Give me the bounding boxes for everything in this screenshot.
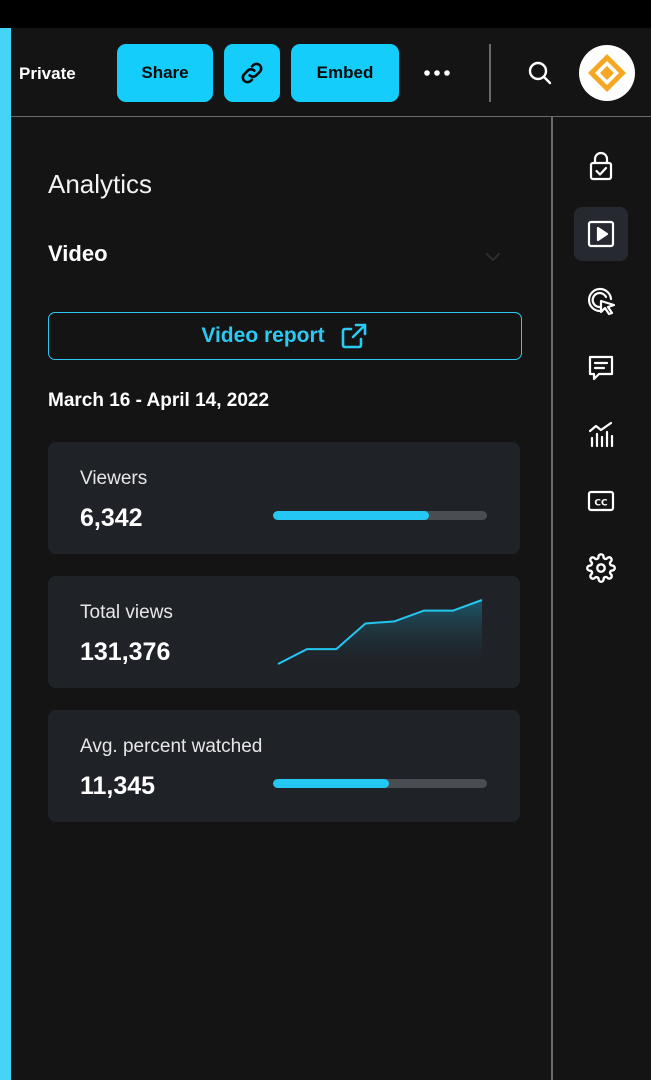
interactivity-button[interactable] — [574, 274, 628, 328]
analytics-chart-icon — [588, 421, 614, 448]
share-button[interactable]: Share — [117, 44, 213, 102]
total-views-sparkline — [277, 599, 483, 668]
card-value: 11,345 — [80, 772, 156, 800]
chevron-down-icon[interactable] — [481, 247, 505, 267]
card-value: 131,376 — [80, 638, 171, 666]
avg-percent-watched-card: Avg. percent watched 11,345 — [48, 710, 520, 822]
avg-watched-progress-bar — [273, 779, 487, 788]
more-options-button[interactable] — [422, 58, 452, 88]
right-icon-rail: CC — [553, 117, 651, 1080]
left-accent-bar — [0, 28, 11, 1080]
play-icon — [587, 220, 615, 248]
card-label: Total views — [80, 602, 173, 623]
video-player-button[interactable] — [574, 207, 628, 261]
search-icon — [528, 61, 552, 85]
card-label: Avg. percent watched — [80, 736, 263, 757]
privacy-status[interactable]: Private — [19, 64, 76, 84]
video-report-label: Video report — [201, 324, 325, 347]
search-button[interactable] — [525, 58, 555, 88]
embed-button[interactable]: Embed — [291, 44, 399, 102]
settings-button[interactable] — [574, 541, 628, 595]
viewers-card: Viewers 6,342 — [48, 442, 520, 554]
comments-button[interactable] — [574, 341, 628, 395]
svg-text:CC: CC — [594, 499, 608, 509]
section-title[interactable]: Video — [48, 241, 108, 267]
video-report-button[interactable]: Video report — [48, 312, 522, 360]
toolbar-divider — [489, 44, 491, 102]
card-value: 6,342 — [80, 504, 143, 532]
avg-watched-progress-fill — [273, 779, 389, 788]
logo-diamond-icon — [588, 54, 626, 92]
external-link-icon — [341, 323, 366, 349]
analytics-button[interactable] — [574, 407, 628, 461]
closed-captions-icon: CC — [587, 490, 615, 512]
copy-link-button[interactable] — [224, 44, 280, 102]
lock-check-icon — [589, 151, 613, 181]
viewers-progress-fill — [273, 511, 430, 520]
viewers-progress-bar — [273, 511, 487, 520]
settings-gear-icon — [586, 553, 616, 583]
analytics-panel: Analytics Video Video report March 16 - … — [11, 117, 551, 1080]
privacy-lock-button[interactable] — [574, 139, 628, 193]
date-range: March 16 - April 14, 2022 — [48, 390, 270, 411]
click-cursor-icon — [588, 287, 616, 316]
panel-title: Analytics — [48, 169, 153, 199]
comments-icon — [588, 355, 614, 381]
total-views-card: Total views 131,376 — [48, 576, 520, 688]
toolbar: Private Share Embed — [11, 28, 651, 117]
top-strip — [0, 0, 651, 28]
link-icon — [241, 62, 263, 84]
captions-button[interactable]: CC — [574, 474, 628, 528]
card-label: Viewers — [80, 468, 148, 489]
more-horizontal-icon — [424, 70, 450, 76]
account-avatar[interactable] — [579, 45, 635, 101]
